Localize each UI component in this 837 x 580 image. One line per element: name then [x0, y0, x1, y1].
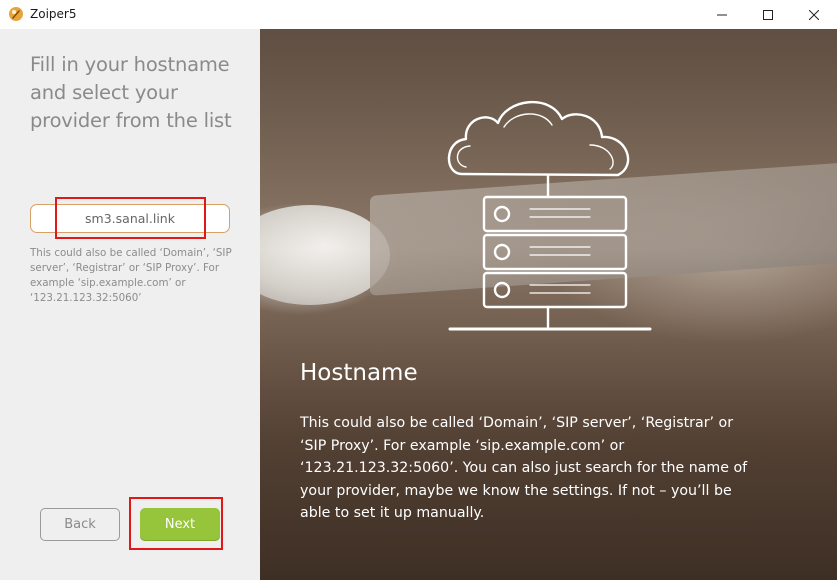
- hostname-hint: This could also be called ‘Domain’, ‘SIP…: [30, 247, 232, 304]
- maximize-button[interactable]: [745, 0, 791, 29]
- panel-description: This could also be called ‘Domain’, ‘SIP…: [300, 415, 748, 521]
- info-panel: Hostname This could also be called ‘Doma…: [260, 29, 837, 580]
- close-icon: [809, 9, 819, 20]
- instruction-text: Fill in your hostname and select your pr…: [30, 53, 232, 132]
- hostname-input[interactable]: [30, 204, 230, 233]
- window-title: Zoiper5: [30, 7, 77, 21]
- close-button[interactable]: [791, 0, 837, 29]
- panel-heading: Hostname: [300, 360, 418, 386]
- zoiper-logo-icon: [8, 6, 24, 22]
- back-button[interactable]: Back: [40, 508, 120, 541]
- minimize-icon: [717, 14, 727, 15]
- cloud-server-icon: [447, 101, 652, 331]
- minimize-button[interactable]: [699, 0, 745, 29]
- maximize-icon: [763, 9, 773, 20]
- next-button[interactable]: Next: [140, 508, 220, 541]
- title-bar: Zoiper5: [0, 0, 837, 29]
- left-panel: Fill in your hostname and select your pr…: [0, 29, 260, 580]
